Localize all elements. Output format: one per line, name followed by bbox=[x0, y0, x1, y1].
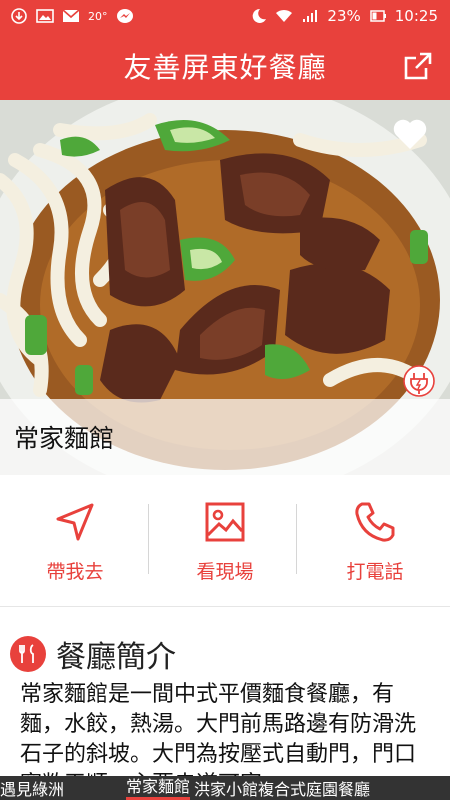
view-photo-label: 看現場 bbox=[196, 560, 254, 583]
battery-icon bbox=[369, 8, 387, 24]
divider bbox=[296, 504, 297, 574]
signal-icon bbox=[301, 8, 319, 24]
clock: 10:25 bbox=[394, 7, 438, 25]
tab-current[interactable]: 常家麵館 bbox=[126, 777, 191, 800]
tab-previous[interactable]: 遇見綠洲 bbox=[0, 776, 64, 800]
image-icon bbox=[36, 8, 54, 24]
gmail-icon bbox=[62, 8, 80, 24]
divider bbox=[148, 504, 149, 574]
restaurant-name: 常家麵館 bbox=[14, 424, 115, 453]
share-external-icon[interactable] bbox=[402, 50, 434, 82]
navigate-label: 帶我去 bbox=[46, 560, 104, 583]
utensils-icon bbox=[10, 636, 46, 672]
navigation-arrow-icon bbox=[56, 503, 94, 540]
tab-next[interactable]: 洪家小館複合式庭園餐廳 bbox=[194, 776, 370, 800]
wifi-icon bbox=[275, 8, 293, 24]
action-row: 帶我去 看現場 打電話 bbox=[0, 476, 450, 607]
app-title: 友善屏東好餐廳 bbox=[123, 51, 327, 84]
image-icon bbox=[205, 502, 245, 541]
navigate-button[interactable]: 帶我去 bbox=[0, 476, 150, 606]
intro-header: 餐廳簡介 bbox=[0, 606, 450, 676]
messenger-icon bbox=[116, 8, 134, 24]
temperature: 20° bbox=[88, 9, 108, 23]
power-plug-icon bbox=[403, 365, 435, 397]
phone-icon bbox=[355, 502, 395, 542]
intro-section: 餐廳簡介 常家麵館是一間中式平價麵食餐廳，有麵，水餃，熱湯。大門前馬路邊有防滑洗… bbox=[0, 606, 450, 776]
app-bar: 友善屏東好餐廳 bbox=[0, 32, 450, 100]
moon-icon bbox=[249, 8, 267, 24]
restaurant-photo: 常家麵館 bbox=[0, 100, 450, 475]
favorite-heart-icon[interactable] bbox=[390, 114, 430, 154]
battery-percent: 23% bbox=[327, 7, 361, 25]
download-icon bbox=[10, 8, 28, 24]
call-button[interactable]: 打電話 bbox=[300, 476, 450, 606]
intro-description: 常家麵館是一間中式平價麵食餐廳，有麵，水餃，熱湯。大門前馬路邊有防滑洗石子的斜坡… bbox=[20, 682, 417, 776]
restaurant-tab-strip: 遇見綠洲 常家麵館 洪家小館複合式庭園餐廳 bbox=[0, 776, 450, 800]
intro-title: 餐廳簡介 bbox=[56, 640, 176, 675]
status-bar: 20° 23% 10:25 bbox=[0, 0, 450, 32]
view-photo-button[interactable]: 看現場 bbox=[150, 476, 300, 606]
call-label: 打電話 bbox=[346, 560, 404, 583]
